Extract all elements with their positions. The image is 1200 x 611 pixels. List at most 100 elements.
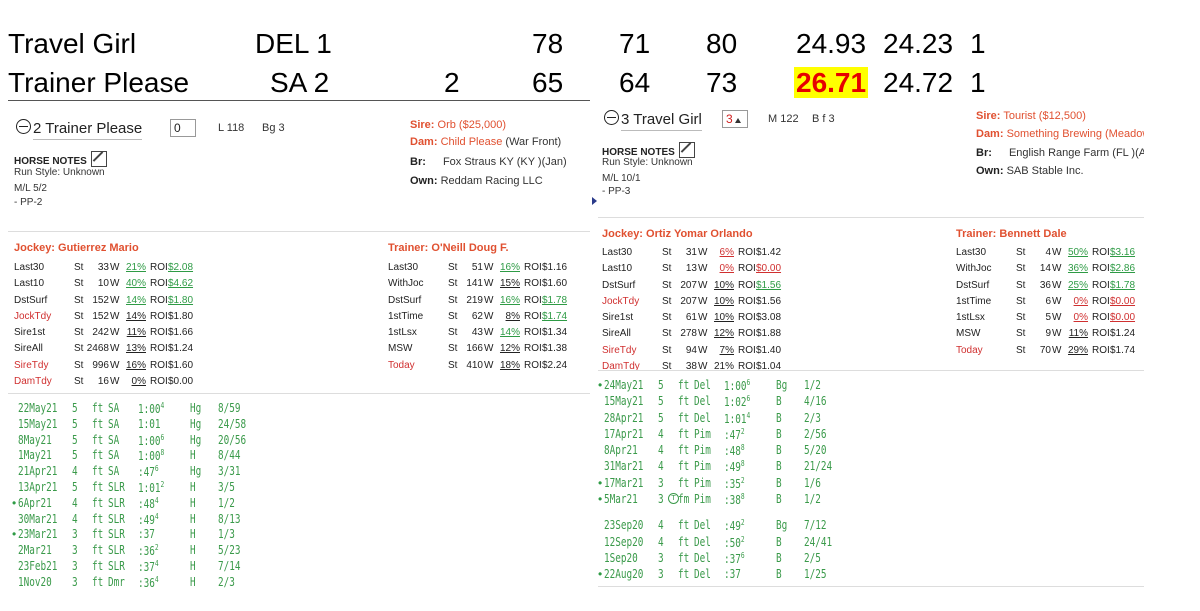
stat-row: WithJoc St 141 W 15% ROI $1.60 xyxy=(388,278,578,294)
workout-surface: ft xyxy=(678,443,690,458)
workout-row[interactable]: 30Mar21 4 ft SLR:494 H 8/13 xyxy=(12,512,262,528)
stat-w: W xyxy=(1052,295,1062,307)
workout-row[interactable]: 21Apr21 4 ft SA:476 Hg 3/31 xyxy=(12,464,262,480)
stat-label: MSW xyxy=(388,343,413,355)
workout-row[interactable]: • 17Mar21 3 ft Pim:352 B 1/6 xyxy=(598,476,848,492)
program-number-box[interactable]: 0 xyxy=(170,119,196,137)
stat-row: Today St 410 W 18% ROI $2.24 xyxy=(388,360,578,376)
stat-starts: 166 xyxy=(466,343,483,355)
jockey-header[interactable]: Jockey: Gutierrez Mario xyxy=(14,242,139,254)
stat-roi-value: $2.24 xyxy=(542,359,568,371)
workout-row[interactable]: 28Apr21 5 ft Del 1:014 B 2/3 xyxy=(598,411,848,427)
program-number-box[interactable]: 3 xyxy=(722,110,748,128)
stat-w: W xyxy=(484,262,494,273)
post-position: - PP-3 xyxy=(602,186,631,197)
workout-row[interactable]: 17Apr21 4 ft Pim:472 B 2/56 xyxy=(598,427,848,443)
horse-panel-travel-girl: 3 Travel Girl 3 M 122 B f 3 Sire: Touris… xyxy=(598,100,1144,610)
stat-starts: 33 xyxy=(97,262,109,273)
workout-bullet: • xyxy=(598,475,603,490)
workout-row[interactable]: 13Apr21 5 ft SLR 1:012 H 3/5 xyxy=(12,480,262,496)
workout-time: :502 xyxy=(724,534,745,550)
workout-time: :374 xyxy=(138,558,159,574)
workout-row[interactable]: 15May21 5 ft Del 1:026 B 4/16 xyxy=(598,394,848,410)
workout-track: SLR xyxy=(108,495,125,510)
workout-row[interactable]: 2Mar21 3 ft SLR:362 H 5/23 xyxy=(12,543,262,559)
jockey-header[interactable]: Jockey: Ortiz Yomar Orlando xyxy=(602,228,753,240)
stat-starts: 242 xyxy=(92,327,109,339)
stat-w: W xyxy=(110,262,120,273)
stat-row: Last30 St 33 W 21% ROI $2.08 xyxy=(14,262,204,278)
stat-row: 1stLsx St 5 W 0% ROI $0.00 xyxy=(956,312,1144,328)
sire-value[interactable]: Orb ($25,000) xyxy=(438,119,506,131)
workout-row[interactable]: 31Mar21 4 ft Pim:498 B 21/24 xyxy=(598,459,848,475)
stat-st: St xyxy=(74,376,84,388)
workout-row[interactable]: 23Feb21 3 ft SLR:374 H 7/14 xyxy=(12,559,262,575)
stat-st: St xyxy=(448,278,458,290)
summary-row-2-track: SA 2 xyxy=(270,67,330,98)
workout-row[interactable]: • 23Mar21 3 ft SLR:37 H 1/3 xyxy=(12,527,262,543)
workout-row[interactable]: 22May21 5 ft SA 1:004 Hg 8/59 xyxy=(12,401,262,417)
stat-row: SireAll St 2468 W 13% ROI $1.24 xyxy=(14,343,204,359)
edit-notes-icon[interactable] xyxy=(678,142,695,158)
workout-time-fraction: 8 xyxy=(160,448,165,458)
dam-sire: (War Front) xyxy=(505,136,562,148)
stat-st: St xyxy=(448,262,458,273)
sex-age: B f 3 xyxy=(812,113,835,125)
workout-row[interactable]: • 24May21 5 ft Del 1:006 Bg 1/2 xyxy=(598,378,848,394)
workout-distance: 3 xyxy=(658,492,664,507)
stat-w: W xyxy=(698,279,708,291)
owner-label: Own: xyxy=(976,165,1004,177)
workout-row[interactable]: • 6Apr21 4 ft SLR:484 H 1/2 xyxy=(12,496,262,512)
stat-win-pct: 11% xyxy=(126,327,146,339)
workout-row[interactable]: • 22Aug20 3 ft Del:37 B 1/25 xyxy=(598,567,848,583)
workout-row[interactable]: 1Sep20 3 ft Del:376 B 2/5 xyxy=(598,551,848,567)
workout-time-fraction: 2 xyxy=(740,534,745,544)
workout-row[interactable]: 15May21 5 ft SA 1:01 Hg 24/58 xyxy=(12,417,262,433)
workout-row[interactable]: • 5Mar21 3 fm Pim:388 B 1/2 T xyxy=(598,492,848,508)
stat-roi-value: $3.16 xyxy=(1110,247,1136,258)
trainer-header[interactable]: Trainer: O'Neill Doug F. xyxy=(388,242,509,254)
stat-st: St xyxy=(448,294,458,306)
sire-value[interactable]: Tourist ($12,500) xyxy=(1003,110,1086,122)
stat-roi-value: $1.42 xyxy=(756,247,782,258)
stat-roi-value: $1.24 xyxy=(168,343,194,355)
workout-time-fraction: 2 xyxy=(740,475,745,485)
workout-row[interactable]: 1May21 5 ft SA 1:008 H 8/44 xyxy=(12,448,262,464)
workout-surface: ft xyxy=(92,495,104,510)
stat-starts: 207 xyxy=(680,279,697,291)
workout-track: Del xyxy=(694,534,711,549)
workout-row[interactable]: 12Sep20 4 ft Del:502 B 24/41 xyxy=(598,535,848,551)
workout-track: SA xyxy=(108,464,120,479)
horse-title[interactable]: 3 Travel Girl xyxy=(604,110,702,131)
workout-distance: 3 xyxy=(658,567,664,582)
stat-row: MSW St 9 W 11% ROI $1.24 xyxy=(956,328,1144,344)
workout-type: H xyxy=(190,511,196,526)
stat-win-pct: 25% xyxy=(1067,279,1088,291)
stat-row: Last10 St 10 W 40% ROI $4.62 xyxy=(14,278,204,294)
workout-rank: 1/2 xyxy=(218,495,235,510)
collapse-icon[interactable] xyxy=(604,110,619,125)
stat-starts: 31 xyxy=(685,247,697,258)
workout-type: H xyxy=(190,448,196,463)
edit-notes-icon[interactable] xyxy=(90,151,107,167)
workout-row[interactable]: 8May21 5 ft SA 1:006 Hg 20/56 xyxy=(12,433,262,449)
stat-starts: 207 xyxy=(680,295,697,307)
stat-starts: 278 xyxy=(680,328,697,340)
workout-time: :364 xyxy=(138,574,159,590)
expand-arrow-icon[interactable] xyxy=(592,197,597,205)
dam-value[interactable]: Something Brewing (Meadow xyxy=(1007,128,1144,140)
dam-value[interactable]: Child Please xyxy=(441,136,503,148)
stat-roi-value: $1.24 xyxy=(1110,328,1136,340)
collapse-icon[interactable] xyxy=(16,119,31,134)
workout-time-fraction: 4 xyxy=(154,511,159,521)
horse-title[interactable]: 2 Trainer Please xyxy=(16,119,143,140)
stat-label: 1stTime xyxy=(956,295,992,307)
stat-win-pct: 14% xyxy=(125,294,146,306)
workout-row[interactable]: 23Sep20 4 ft Del:492 Bg 7/12 xyxy=(598,518,848,534)
stat-roi-label: ROI xyxy=(524,278,542,290)
workout-row[interactable]: 8Apr21 4 ft Pim:488 B 5/20 xyxy=(598,443,848,459)
workout-date: 23Feb21 xyxy=(18,558,58,573)
trainer-header[interactable]: Trainer: Bennett Dale xyxy=(956,228,1067,240)
workout-row[interactable]: 1Nov20 3 ft Dmr:364 H 2/3 xyxy=(12,575,262,591)
stat-row: Last10 St 13 W 0% ROI $0.00 xyxy=(602,263,792,279)
